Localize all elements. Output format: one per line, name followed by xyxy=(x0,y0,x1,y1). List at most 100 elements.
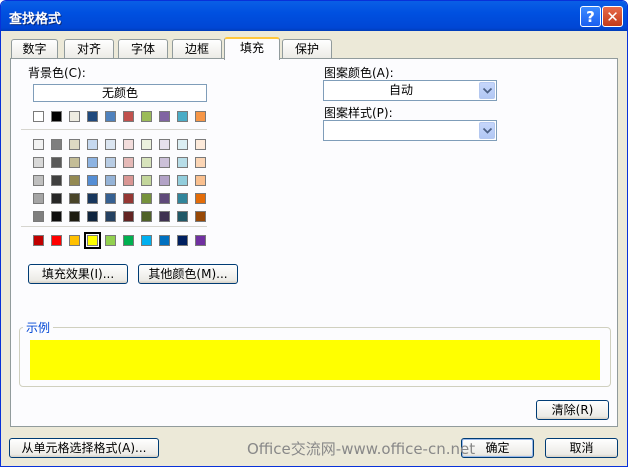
tab-alignment[interactable]: 对齐 xyxy=(64,39,114,58)
color-swatch[interactable] xyxy=(33,175,44,186)
color-swatch[interactable] xyxy=(105,193,116,204)
sample-label: 示例 xyxy=(23,319,54,336)
color-swatch[interactable] xyxy=(69,235,80,246)
no-color-button[interactable]: 无颜色 xyxy=(33,84,207,102)
color-swatch[interactable] xyxy=(87,157,98,168)
color-swatch[interactable] xyxy=(159,157,170,168)
color-swatch[interactable] xyxy=(105,111,116,122)
sample-preview xyxy=(30,340,600,380)
pattern-style-label: 图案样式(P): xyxy=(324,106,393,120)
color-swatch[interactable] xyxy=(141,211,152,222)
color-swatch[interactable] xyxy=(33,235,44,246)
color-swatch[interactable] xyxy=(195,235,206,246)
color-swatch[interactable] xyxy=(51,235,62,246)
color-swatch[interactable] xyxy=(159,175,170,186)
fill-effects-button[interactable]: 填充效果(I)... xyxy=(28,264,128,284)
tab-font[interactable]: 字体 xyxy=(118,39,168,58)
tab-fill[interactable]: 填充 xyxy=(224,37,280,60)
color-swatch[interactable] xyxy=(105,157,116,168)
color-swatch[interactable] xyxy=(159,235,170,246)
color-swatch[interactable] xyxy=(33,211,44,222)
pattern-style-dropdown[interactable] xyxy=(323,120,497,141)
color-swatch[interactable] xyxy=(123,175,134,186)
color-swatch[interactable] xyxy=(69,175,80,186)
color-swatch[interactable] xyxy=(69,193,80,204)
color-swatch[interactable] xyxy=(177,235,188,246)
color-swatch[interactable] xyxy=(141,157,152,168)
color-swatch[interactable] xyxy=(51,111,62,122)
color-swatch[interactable] xyxy=(123,193,134,204)
pattern-color-dropdown[interactable]: 自动 xyxy=(323,80,497,101)
color-swatch[interactable] xyxy=(177,211,188,222)
chevron-down-icon[interactable] xyxy=(479,122,495,139)
color-swatch[interactable] xyxy=(51,175,62,186)
color-swatch[interactable] xyxy=(141,175,152,186)
tab-number[interactable]: 数字 xyxy=(11,39,58,58)
color-swatch[interactable] xyxy=(195,175,206,186)
color-swatch[interactable] xyxy=(69,139,80,150)
color-swatch[interactable] xyxy=(51,211,62,222)
dialog-title: 查找格式 xyxy=(9,12,62,27)
color-swatch[interactable] xyxy=(159,139,170,150)
chevron-down-icon[interactable] xyxy=(479,82,495,99)
watermark-text: Office交流网-www.office-cn.net xyxy=(247,440,476,458)
color-swatch[interactable] xyxy=(195,193,206,204)
find-format-dialog: 查找格式 ? ✕ 数字 对齐 字体 边框 填充 保护 背景色(C): 无颜色 填… xyxy=(0,0,628,467)
color-swatch[interactable] xyxy=(177,157,188,168)
color-swatch[interactable] xyxy=(51,193,62,204)
more-colors-button[interactable]: 其他颜色(M)... xyxy=(138,264,238,284)
color-swatch[interactable] xyxy=(87,111,98,122)
color-swatch[interactable] xyxy=(177,193,188,204)
color-swatch[interactable] xyxy=(51,157,62,168)
color-swatch[interactable] xyxy=(87,139,98,150)
color-swatch[interactable] xyxy=(141,111,152,122)
color-swatch[interactable] xyxy=(33,111,44,122)
color-swatch[interactable] xyxy=(87,211,98,222)
color-swatch[interactable] xyxy=(141,235,152,246)
color-swatch[interactable] xyxy=(123,139,134,150)
color-swatch[interactable] xyxy=(195,211,206,222)
color-swatch[interactable] xyxy=(159,193,170,204)
color-swatch[interactable] xyxy=(69,157,80,168)
tab-border[interactable]: 边框 xyxy=(172,39,222,58)
color-swatch[interactable] xyxy=(159,111,170,122)
color-swatch[interactable] xyxy=(123,211,134,222)
color-swatch[interactable] xyxy=(141,193,152,204)
close-button[interactable]: ✕ xyxy=(602,6,623,27)
color-swatch[interactable] xyxy=(177,139,188,150)
color-swatch[interactable] xyxy=(51,139,62,150)
pattern-color-value: 自动 xyxy=(388,83,413,97)
help-button[interactable]: ? xyxy=(580,6,601,27)
color-swatch[interactable] xyxy=(141,139,152,150)
pattern-color-label: 图案颜色(A): xyxy=(324,66,394,80)
clear-button[interactable]: 清除(R) xyxy=(536,400,609,420)
color-swatch[interactable] xyxy=(87,193,98,204)
color-swatch[interactable] xyxy=(195,139,206,150)
color-swatch[interactable] xyxy=(33,139,44,150)
color-swatch[interactable] xyxy=(123,235,134,246)
color-swatch[interactable] xyxy=(105,235,116,246)
title-bar: 查找格式 ? ✕ xyxy=(1,1,627,31)
color-swatch[interactable] xyxy=(33,157,44,168)
color-swatch[interactable] xyxy=(195,157,206,168)
color-swatch[interactable] xyxy=(123,111,134,122)
color-swatch[interactable] xyxy=(177,111,188,122)
color-swatch[interactable] xyxy=(123,157,134,168)
color-swatch[interactable] xyxy=(87,175,98,186)
color-swatch[interactable] xyxy=(105,175,116,186)
color-swatch[interactable] xyxy=(33,193,44,204)
color-swatch[interactable] xyxy=(69,211,80,222)
tab-protection[interactable]: 保护 xyxy=(282,39,332,58)
color-swatch[interactable] xyxy=(69,111,80,122)
palette-divider xyxy=(21,226,207,227)
color-swatch[interactable] xyxy=(159,211,170,222)
background-color-label: 背景色(C): xyxy=(28,66,86,80)
color-swatch[interactable] xyxy=(195,111,206,122)
color-swatch[interactable] xyxy=(177,175,188,186)
selected-color-swatch[interactable] xyxy=(84,232,101,249)
color-swatch[interactable] xyxy=(105,211,116,222)
cancel-button[interactable]: 取消 xyxy=(545,438,618,458)
choose-format-from-cell-button[interactable]: 从单元格选择格式(A)... xyxy=(9,438,159,458)
palette-divider xyxy=(21,129,207,130)
color-swatch[interactable] xyxy=(105,139,116,150)
